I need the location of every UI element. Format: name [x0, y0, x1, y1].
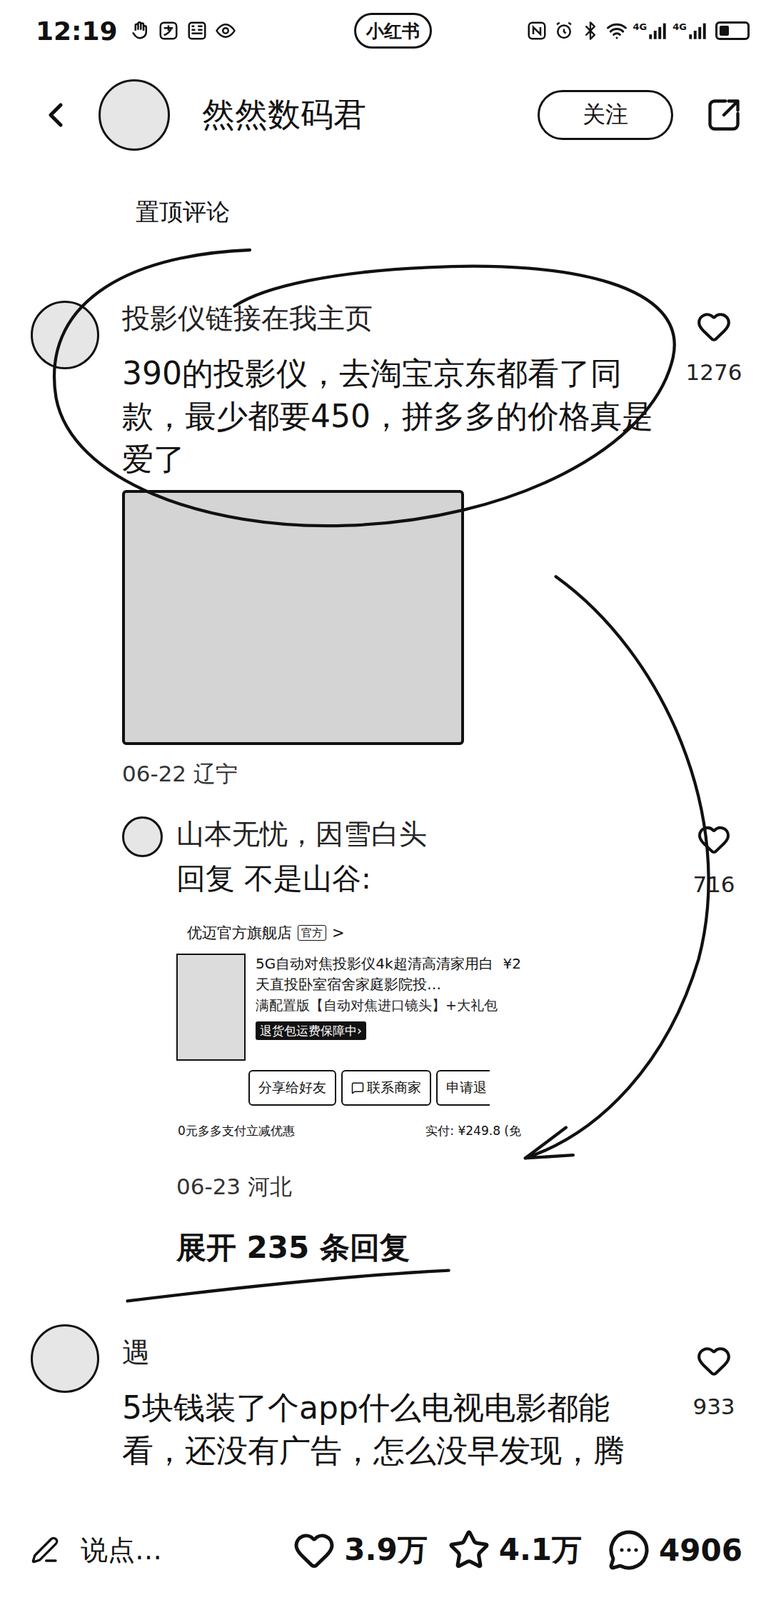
like-count: 716 — [692, 869, 735, 899]
reply-like[interactable]: 716 — [678, 815, 750, 1202]
promo-text: 0元多多支付立减优惠 — [177, 1120, 295, 1140]
cell-signal: 4G — [633, 21, 668, 40]
status-bar: 12:19 小红书 4G 4G — [0, 0, 771, 62]
nfc-icon — [526, 19, 548, 42]
annotation-circle — [54, 249, 675, 526]
wifi-icon — [606, 19, 628, 42]
pinned-label: 置顶评论 — [30, 196, 750, 228]
annotation-arrow — [525, 576, 709, 1158]
signal-bars-icon — [648, 21, 667, 40]
order-card[interactable]: 优迈官方旗舰店官方>5G自动对焦投影仪4k超清高清家用白天直投卧室宿舍家庭影院投… — [176, 917, 522, 1146]
header: 然然数码君关注 — [0, 61, 771, 169]
reply-text: 回复 不是山谷: — [176, 858, 679, 899]
like-heart-icon[interactable] — [696, 821, 732, 856]
reply-meta: 06-23 河北 — [176, 1170, 679, 1202]
comment-text: 5块钱装了个app什么电视电影都能看，还没有广告，怎么没早发现，腾 — [122, 1385, 679, 1472]
comment-like[interactable]: 1276 — [678, 300, 750, 789]
comment-user-name[interactable]: 遇 — [122, 1334, 679, 1370]
status-time: 12:19 — [35, 16, 118, 46]
comment-avatar[interactable] — [30, 1323, 100, 1393]
share-button[interactable] — [705, 96, 743, 134]
expand-replies-button[interactable]: 展开 235 条回复 — [122, 1227, 750, 1268]
bluetooth-icon — [580, 20, 601, 41]
comment: 投影仪链接在我主页 390的投影仪，去淘宝京东都看了同款，最少都要450，拼多多的… — [30, 300, 750, 1268]
paid-amount: 实付: ¥249.8 (免 — [425, 1120, 522, 1140]
reply-body: 山本无忧，因雪白头回复 不是山谷:优迈官方旗舰店官方>5G自动对焦投影仪4k超清… — [176, 815, 679, 1202]
hand-icon — [129, 19, 151, 42]
payment-app-icon — [157, 19, 180, 42]
bottom-bar: 说点… 3.9万 4.1万 4906 — [0, 1499, 771, 1600]
like-heart-icon[interactable] — [696, 308, 732, 345]
author-avatar[interactable] — [98, 79, 170, 151]
network-label: 4G — [672, 21, 687, 33]
product-info: 5G自动对焦投影仪4k超清高清家用白天直投卧室宿舍家庭影院投…¥2满配置版【自动… — [255, 953, 522, 1061]
product-spec: 满配置版【自动对焦进口镜头】+大礼包 — [255, 994, 499, 1016]
signal-bars-icon — [688, 21, 707, 40]
comment-body: 投影仪链接在我主页 390的投影仪，去淘宝京东都看了同款，最少都要450，拼多多的… — [122, 300, 679, 789]
annotations — [0, 0, 771, 1600]
alarm-icon — [553, 19, 575, 42]
comment-feed: 置顶评论投影仪链接在我主页 390的投影仪，去淘宝京东都看了同款，最少都要450，… — [0, 168, 771, 1500]
comment-meta: 06-22 辽宁 — [122, 757, 679, 789]
comment-photo[interactable] — [122, 489, 465, 745]
follow-button[interactable]: 关注 — [537, 89, 674, 140]
order-button[interactable]: 联系商家 — [341, 1069, 432, 1106]
status-left: 12:19 — [35, 16, 355, 46]
eye-icon — [214, 19, 237, 42]
replies: 山本无忧，因雪白头回复 不是山谷:优迈官方旗舰店官方>5G自动对焦投影仪4k超清… — [122, 815, 750, 1268]
status-right: 4G 4G — [431, 19, 751, 42]
like-stat[interactable]: 3.9万 — [292, 1527, 427, 1571]
shop-arrow: > — [331, 921, 345, 944]
chat-icon — [351, 1080, 365, 1094]
battery-icon — [715, 21, 750, 40]
pen-icon — [30, 1534, 60, 1564]
reply-user-name[interactable]: 山本无忧，因雪白头 — [176, 815, 679, 852]
product-title-row: 5G自动对焦投影仪4k超清高清家用白天直投卧室宿舍家庭影院投…¥2 — [255, 953, 522, 995]
comment-body: 遇 5块钱装了个app什么电视电影都能看，还没有广告，怎么没早发现，腾 — [122, 1323, 679, 1472]
cell-signal: 4G — [672, 21, 707, 40]
heart-icon — [292, 1527, 336, 1571]
app-badge: 小红书 — [354, 12, 432, 49]
annotation-underline — [127, 1270, 450, 1301]
network-label: 4G — [633, 21, 648, 33]
order-buttons: 分享给好友联系商家申请退 — [176, 1069, 522, 1106]
comment-stat[interactable]: 4906 — [607, 1527, 743, 1571]
comment: 遇 5块钱装了个app什么电视电影都能看，还没有广告，怎么没早发现，腾 933 — [30, 1323, 750, 1472]
order-button[interactable]: 申请退 — [436, 1069, 490, 1106]
product-image — [176, 953, 246, 1061]
back-icon[interactable] — [35, 94, 76, 135]
comment-avatar[interactable] — [30, 300, 100, 370]
like-count: 933 — [692, 1391, 735, 1420]
like-count: 1276 — [686, 357, 743, 387]
input-placeholder: 说点… — [80, 1531, 163, 1568]
reply-avatar[interactable] — [122, 815, 163, 857]
star-icon — [447, 1527, 491, 1571]
comment-text: 390的投影仪，去淘宝京东都看了同款，最少都要450，拼多多的价格真是爱了 — [122, 351, 679, 481]
favorite-stat[interactable]: 4.1万 — [447, 1527, 582, 1571]
comment-input[interactable]: 说点… — [30, 1531, 293, 1568]
payment-row: 0元多多支付立减优惠 实付: ¥249.8 (免 — [176, 1120, 522, 1140]
author-name[interactable]: 然然数码君 — [202, 92, 538, 138]
gallery-app-icon — [186, 19, 208, 42]
share-icon — [705, 96, 743, 134]
product-price: ¥2 — [503, 953, 522, 995]
comment-user-name[interactable]: 投影仪链接在我主页 — [122, 300, 679, 337]
shop-name: 优迈官方旗舰店 — [187, 921, 292, 944]
product-row: 5G自动对焦投影仪4k超清高清家用白天直投卧室宿舍家庭影院投…¥2满配置版【自动… — [176, 953, 522, 1061]
order-button[interactable]: 分享给好友 — [248, 1069, 337, 1106]
comment-like[interactable]: 933 — [678, 1323, 750, 1472]
product-title: 5G自动对焦投影仪4k超清高清家用白天直投卧室宿舍家庭影院投… — [255, 953, 500, 995]
page: 12:19 小红书 4G 4G 然然数码君关注置顶评论投影仪链接在我主页 390的投影仪，… — [0, 0, 771, 1600]
comment-bubble-icon — [607, 1527, 651, 1571]
like-heart-icon[interactable] — [696, 1342, 732, 1378]
reply: 山本无忧，因雪白头回复 不是山谷:优迈官方旗舰店官方>5G自动对焦投影仪4k超清… — [122, 815, 750, 1202]
guarantee-badge: 退货包运费保障中› — [255, 1020, 367, 1040]
shop-row[interactable]: 优迈官方旗舰店官方> — [176, 921, 522, 944]
battery-fill — [719, 25, 729, 36]
shop-tag: 官方 — [297, 924, 327, 941]
